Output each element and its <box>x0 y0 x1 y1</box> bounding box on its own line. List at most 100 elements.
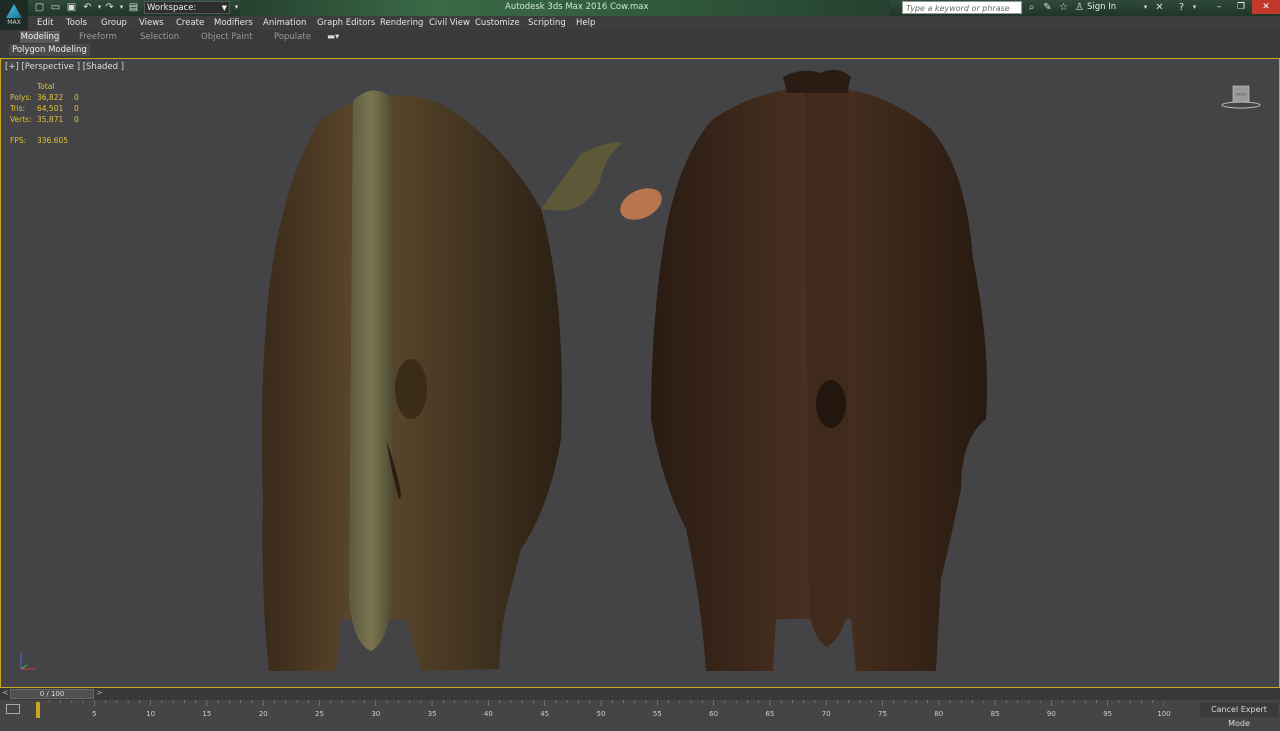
sign-in-dropdown-icon[interactable]: ▾ <box>1139 1 1152 14</box>
tab-populate[interactable]: Populate <box>274 31 311 43</box>
timeline-tick-label: 80 <box>934 710 944 718</box>
timeline-tick-label: 25 <box>315 710 324 718</box>
menu-help[interactable]: Help <box>576 16 595 30</box>
timeline-tick-label: 50 <box>596 710 606 718</box>
stats-header: Total <box>37 82 55 91</box>
tab-object-paint[interactable]: Object Paint <box>201 31 252 43</box>
timeline-tick-label: 65 <box>765 710 775 718</box>
timeline-tick-label: 85 <box>990 710 1000 718</box>
open-mini-curve-editor-icon[interactable] <box>6 704 20 714</box>
viewcube-icon[interactable]: BACK <box>1221 84 1261 110</box>
exchange-apps-icon[interactable]: ✕ <box>1153 1 1166 14</box>
communication-center-icon[interactable]: ✎ <box>1041 1 1054 14</box>
ribbon-toggle-icon[interactable]: ▬▾ <box>327 31 339 43</box>
title-bar: MAX ▢ ▭ ▣ ↶ ▾ ↷ ▾ ▤ Workspace: Default ▼… <box>0 0 1280 30</box>
tab-freeform[interactable]: Freeform <box>79 31 117 43</box>
ribbon: Modeling Freeform Selection Object Paint… <box>0 30 1280 59</box>
timeline-tick-label: 90 <box>1046 710 1056 718</box>
stats-row-verts: Verts: 35,871 0 <box>10 114 79 125</box>
search-input[interactable]: Type a keyword or phrase <box>902 1 1022 14</box>
menu-graph-editors[interactable]: Graph Editors <box>317 16 375 30</box>
viewcube-face-label: BACK <box>1236 93 1246 97</box>
app-menu-button[interactable]: MAX <box>0 0 28 30</box>
menu-views[interactable]: Views <box>139 16 164 30</box>
tab-selection[interactable]: Selection <box>140 31 179 43</box>
fps-value: 336.605 <box>37 136 69 145</box>
stats-total: 64,501 <box>37 104 64 113</box>
timeline-tick-label: 5 <box>92 710 97 718</box>
menu-edit[interactable]: Edit <box>37 16 53 30</box>
help-dropdown-icon[interactable]: ▾ <box>1188 1 1201 14</box>
timeline-tick-label: 45 <box>540 710 550 718</box>
workspace-dropdown[interactable]: Workspace: Default ▼ <box>144 1 230 26</box>
menu-rendering[interactable]: Rendering <box>380 16 423 30</box>
stats-label: Verts: <box>10 115 32 124</box>
favorites-star-icon[interactable]: ☆ <box>1057 1 1070 14</box>
timeline-tick-label: 20 <box>258 710 268 718</box>
track-bar[interactable]: 5 10 15 20 25 30 35 40 45 50 55 60 65 70 75 80 85 90 95 100… <box>0 700 1280 728</box>
stats-selected: 0 <box>74 104 79 113</box>
menu-customize[interactable]: Customize <box>475 16 520 30</box>
timeline-tick-label: 70 <box>821 710 831 718</box>
quick-access-customize-icon[interactable]: ▾ <box>231 2 242 13</box>
time-slider[interactable]: 0 / 100 <box>10 689 94 699</box>
viewport-label-menu[interactable]: [+] [Perspective ] [Shaded ] <box>5 62 124 72</box>
sign-in-button[interactable]: Sign In <box>1087 1 1116 14</box>
timeline-tick-label: 10 <box>146 710 156 718</box>
stats-selected: 0 <box>74 115 79 124</box>
help-icon[interactable]: ? <box>1175 1 1188 14</box>
tab-modeling[interactable]: Modeling <box>20 31 60 43</box>
3dsmax-logo-icon <box>6 4 22 18</box>
fps-label: FPS: <box>10 136 27 145</box>
perspective-viewport[interactable]: [+] [Perspective ] [Shaded ] Total Polys… <box>0 58 1280 688</box>
timeline-tick-label: 60 <box>709 710 719 718</box>
stats-total: 36,822 <box>37 93 64 102</box>
menu-scripting[interactable]: Scripting <box>528 16 566 30</box>
timeline-tick-label: 55 <box>652 710 662 718</box>
time-slider-next-button[interactable]: > <box>96 688 103 697</box>
menu-civil-view[interactable]: Civil View <box>429 16 470 30</box>
timeline-tick-label: 75 <box>878 710 887 718</box>
new-file-icon[interactable]: ▢ <box>34 2 45 13</box>
menu-create[interactable]: Create <box>176 16 204 30</box>
window-title: Autodesk 3ds Max 2016 Cow.max <box>505 2 649 12</box>
undo-icon[interactable]: ↶ <box>82 2 93 13</box>
restore-button[interactable]: ❐ <box>1230 0 1252 14</box>
redo-dropdown-icon[interactable]: ▾ <box>116 2 127 13</box>
stats-row-fps: FPS: 336.605 <box>10 135 79 146</box>
cow-model-left[interactable] <box>261 90 623 671</box>
stats-total: 35,871 <box>37 115 64 124</box>
timeline-tick-label: 35 <box>427 710 437 718</box>
chevron-down-icon: ▼ <box>221 4 227 12</box>
timeline-tick-label: 100 <box>1157 710 1171 718</box>
timeline-tick-label: 15 <box>202 710 212 718</box>
stats-label: Polys: <box>10 93 32 102</box>
timeline-tick-label: 95 <box>1103 710 1113 718</box>
binoculars-icon[interactable]: ⌕ <box>1025 1 1038 14</box>
viewport-statistics: Total Polys: 36,822 0 Tris: 64,501 0 Ver… <box>10 81 79 146</box>
ribbon-panel-polygon-modeling[interactable]: Polygon Modeling <box>9 44 90 56</box>
menu-bar: Edit Tools Group Views Create Modifiers … <box>28 16 1280 30</box>
stats-selected: 0 <box>74 93 79 102</box>
timeline-tick-label: 40 <box>483 710 493 718</box>
time-slider-prev-button[interactable]: < <box>2 688 9 697</box>
menu-tools[interactable]: Tools <box>66 16 87 30</box>
cancel-expert-mode-button[interactable]: Cancel Expert Mode <box>1200 703 1278 728</box>
menu-group[interactable]: Group <box>101 16 127 30</box>
close-button[interactable]: ✕ <box>1252 0 1280 14</box>
menu-animation[interactable]: Animation <box>263 16 306 30</box>
stats-label: Tris: <box>10 104 26 113</box>
axis-tripod-icon <box>20 653 35 670</box>
cow-model-right[interactable] <box>615 69 988 671</box>
menu-modifiers[interactable]: Modifiers <box>214 16 253 30</box>
stats-row-polys: Polys: 36,822 0 <box>10 92 79 103</box>
project-folder-icon[interactable]: ▤ <box>128 2 139 13</box>
open-file-icon[interactable]: ▭ <box>50 2 61 13</box>
stats-row-tris: Tris: 64,501 0 <box>10 103 79 114</box>
save-file-icon[interactable]: ▣ <box>66 2 77 13</box>
minimize-button[interactable]: – <box>1208 0 1230 14</box>
redo-icon[interactable]: ↷ <box>104 2 115 13</box>
timeline-tick-labels: 5 10 15 20 25 30 35 40 45 50 55 60 65 70 75 80 85 90 95 100 <box>38 700 1171 720</box>
time-slider-bar: < 0 / 100 > <box>0 688 1280 700</box>
user-icon[interactable]: ♙ <box>1073 1 1086 14</box>
